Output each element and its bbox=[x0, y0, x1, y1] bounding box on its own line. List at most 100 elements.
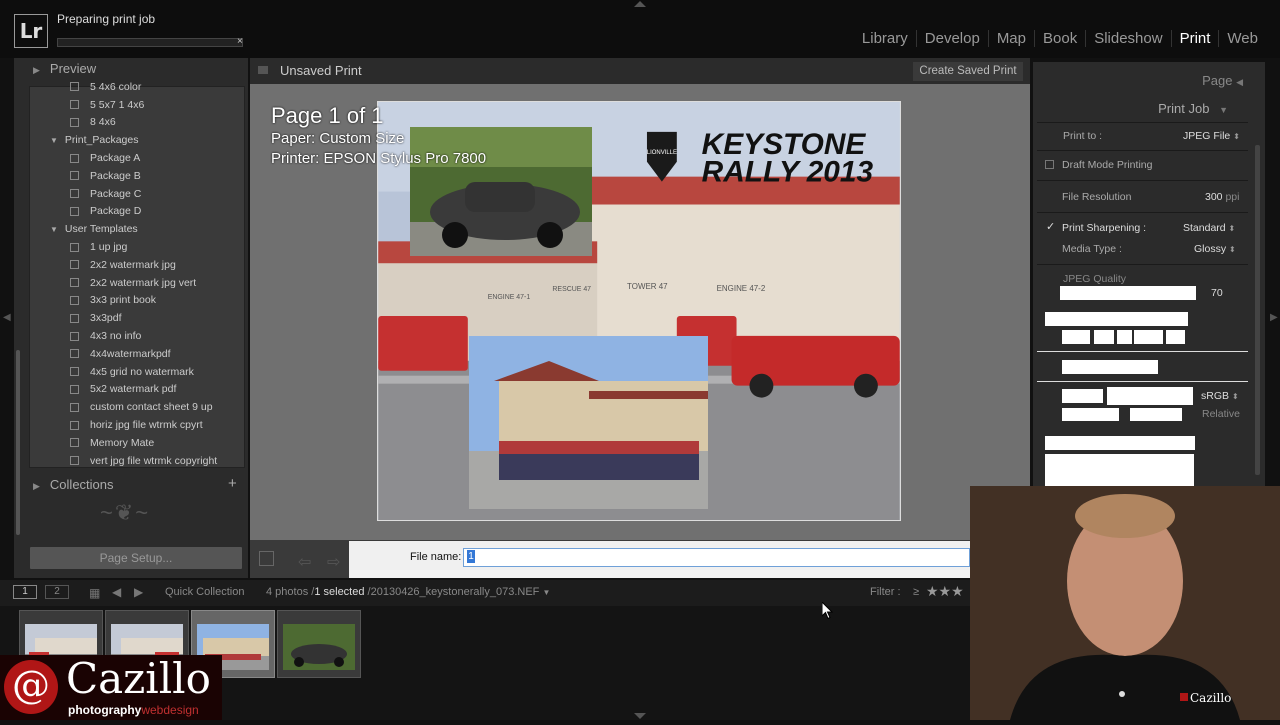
left-panel-toggle-icon[interactable]: ◀ bbox=[3, 312, 11, 323]
back-arrow-icon[interactable]: ◀ bbox=[112, 585, 121, 599]
template-item[interactable]: 5x2 watermark pdf bbox=[30, 381, 244, 399]
grip-icon bbox=[258, 66, 268, 74]
film-thumbnail[interactable] bbox=[277, 610, 361, 678]
template-label: Package B bbox=[90, 169, 141, 182]
template-label: 2x2 watermark jpg vert bbox=[90, 276, 197, 289]
module-library[interactable]: Library bbox=[854, 30, 916, 47]
filmstrip-source[interactable]: Quick Collection bbox=[165, 586, 244, 598]
page-setup-button[interactable]: Page Setup... bbox=[30, 547, 242, 569]
template-icon bbox=[70, 384, 79, 394]
template-label: Package D bbox=[90, 205, 142, 218]
template-item[interactable]: 4x3 no info bbox=[30, 327, 244, 345]
jpeg-quality-label: JPEG Quality bbox=[1063, 273, 1127, 285]
template-item[interactable]: Package C bbox=[30, 185, 244, 203]
template-label: 8 4x6 bbox=[90, 116, 116, 129]
template-item[interactable]: 2x2 watermark jpg bbox=[30, 256, 244, 274]
template-item[interactable]: horiz jpg file wtrmk cpyrt bbox=[30, 416, 244, 434]
rating-stars-icon[interactable]: ★★★ bbox=[926, 583, 964, 600]
page-section-header[interactable]: Page ◀ bbox=[1202, 73, 1243, 88]
template-item[interactable]: 2x2 watermark jpg vert bbox=[30, 274, 244, 292]
top-panel-toggle-icon[interactable] bbox=[634, 1, 646, 7]
dropdown-arrow-icon[interactable]: ▼ bbox=[542, 588, 550, 597]
jpeg-quality-value[interactable]: 70 bbox=[1211, 287, 1223, 299]
folder-expand-icon[interactable]: ▼ bbox=[50, 225, 58, 234]
use-all-checkbox[interactable] bbox=[259, 551, 274, 566]
prev-page-icon[interactable]: ⇦ bbox=[298, 552, 311, 572]
primary-window-button[interactable]: 1 bbox=[13, 585, 37, 599]
template-item[interactable]: 4x5 grid no watermark bbox=[30, 363, 244, 381]
template-item[interactable]: 3x3 print book bbox=[30, 292, 244, 310]
module-book[interactable]: Book bbox=[1034, 30, 1085, 47]
template-folder[interactable]: ▼ Print_Packages bbox=[30, 131, 244, 149]
template-label: 4x3 no info bbox=[90, 330, 142, 343]
template-item[interactable]: Package A bbox=[30, 149, 244, 167]
lightroom-logo: Lr bbox=[14, 14, 48, 48]
progress-bar bbox=[57, 38, 243, 47]
create-saved-print-button[interactable]: Create Saved Print bbox=[913, 62, 1023, 81]
module-develop[interactable]: Develop bbox=[915, 30, 988, 47]
template-item[interactable]: Package B bbox=[30, 167, 244, 185]
template-icon bbox=[70, 153, 79, 163]
module-web[interactable]: Web bbox=[1218, 30, 1266, 47]
left-panel-scrollbar[interactable] bbox=[16, 350, 20, 535]
template-label: 5 4x6 color bbox=[90, 80, 142, 93]
template-icon bbox=[70, 260, 79, 270]
filter-operator[interactable]: ≥ bbox=[913, 586, 919, 598]
print-sharpening-select[interactable]: Standard ⬍ bbox=[1183, 222, 1235, 234]
draft-mode-checkbox[interactable] bbox=[1045, 160, 1054, 169]
template-item[interactable]: Memory Mate bbox=[30, 434, 244, 452]
collapse-triangle-icon: ◀ bbox=[1236, 77, 1243, 87]
forward-arrow-icon[interactable]: ▶ bbox=[134, 585, 143, 599]
add-collection-button[interactable]: + bbox=[228, 475, 237, 492]
print-job-section-header[interactable]: Print Job ▼ bbox=[1158, 101, 1228, 116]
module-print[interactable]: Print bbox=[1170, 30, 1219, 47]
file-name-input[interactable] bbox=[463, 548, 970, 567]
template-item[interactable]: 1 up jpg bbox=[30, 238, 244, 256]
template-item[interactable]: 3x3pdf bbox=[30, 309, 244, 327]
file-name-value: 1 bbox=[467, 550, 475, 563]
template-icon bbox=[70, 331, 79, 341]
expand-triangle-icon: ▶ bbox=[33, 65, 40, 75]
module-map[interactable]: Map bbox=[987, 30, 1034, 47]
secondary-window-button[interactable]: 2 bbox=[45, 585, 69, 599]
redacted-control bbox=[1107, 387, 1193, 405]
jpeg-quality-slider[interactable] bbox=[1060, 286, 1196, 300]
bottom-panel-toggle-icon[interactable] bbox=[634, 713, 646, 719]
preview-label: Preview bbox=[49, 61, 97, 76]
grid-view-icon[interactable]: ▦ bbox=[89, 586, 100, 600]
expand-triangle-icon: ▼ bbox=[1219, 105, 1228, 115]
template-item[interactable]: vert jpg file wtrmk copyright bbox=[30, 452, 244, 470]
folder-expand-icon[interactable]: ▼ bbox=[50, 136, 58, 145]
template-item[interactable]: 4x4watermarkpdf bbox=[30, 345, 244, 363]
right-panel-toggle-icon[interactable]: ▶ bbox=[1270, 312, 1278, 323]
profile-select[interactable]: sRGB ⬍ bbox=[1201, 390, 1239, 402]
file-resolution-field[interactable]: 300 ppi bbox=[1205, 191, 1239, 203]
template-folder[interactable]: ▼ User Templates bbox=[30, 220, 244, 238]
print-sharpening-checkbox[interactable]: ✓ bbox=[1046, 220, 1055, 233]
file-resolution-unit: ppi bbox=[1225, 191, 1240, 203]
next-page-icon[interactable]: ⇨ bbox=[327, 552, 340, 572]
template-item[interactable]: 5 5x7 1 4x6 bbox=[30, 96, 244, 114]
template-item[interactable]: 5 4x6 color bbox=[30, 78, 244, 96]
printer-name: Printer: EPSON Stylus Pro 7800 bbox=[271, 150, 487, 167]
template-label: 3x3pdf bbox=[90, 312, 122, 325]
top-bar bbox=[0, 0, 1280, 58]
template-item[interactable]: 8 4x6 bbox=[30, 114, 244, 132]
group-photo[interactable] bbox=[469, 336, 708, 509]
template-icon bbox=[70, 242, 79, 252]
redacted-control bbox=[1045, 436, 1195, 450]
intent-value[interactable]: Relative bbox=[1202, 408, 1240, 420]
template-item[interactable]: Package D bbox=[30, 203, 244, 221]
module-slideshow[interactable]: Slideshow bbox=[1085, 30, 1170, 47]
progress-cancel-icon[interactable]: × bbox=[237, 36, 243, 47]
page-section-label: Page bbox=[1202, 73, 1233, 88]
media-type-select[interactable]: Glossy ⬍ bbox=[1194, 243, 1236, 255]
print-to-select[interactable]: JPEG File ⬍ bbox=[1183, 130, 1240, 142]
right-panel-scrollbar[interactable] bbox=[1255, 145, 1260, 475]
preview-section-header[interactable]: ▶ Preview bbox=[33, 61, 96, 76]
collections-section-header[interactable]: ▶ Collections bbox=[33, 477, 114, 492]
template-item[interactable]: custom contact sheet 9 up bbox=[30, 398, 244, 416]
cazillo-at-logo: @ bbox=[4, 660, 58, 714]
tagline-main: photography bbox=[68, 703, 142, 717]
template-label: custom contact sheet 9 up bbox=[90, 401, 213, 414]
